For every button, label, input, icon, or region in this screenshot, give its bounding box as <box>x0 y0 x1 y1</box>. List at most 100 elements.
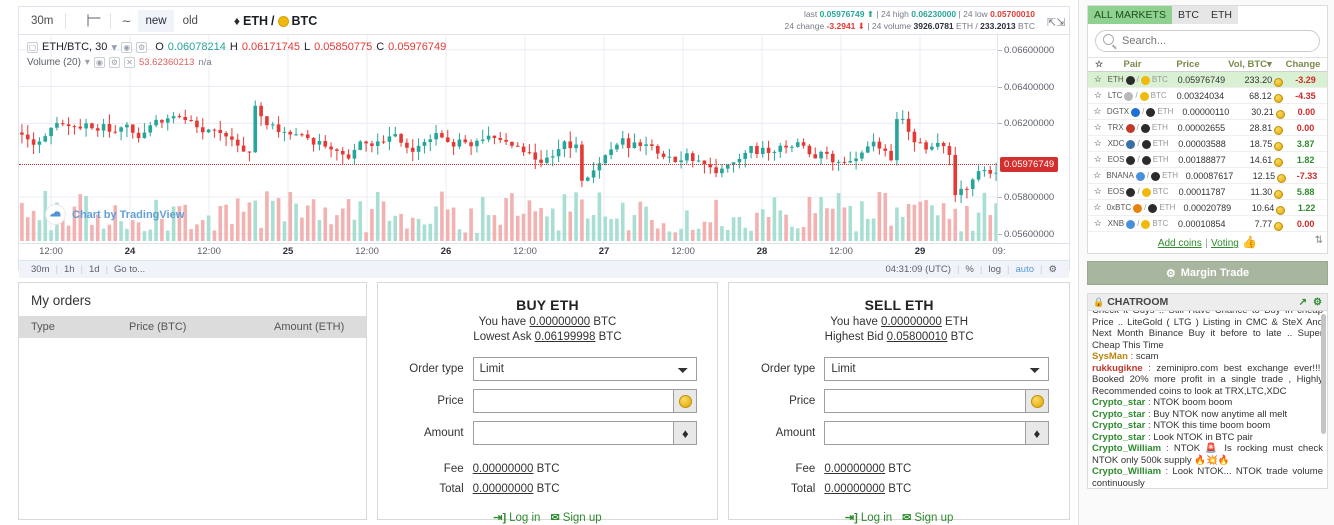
sell-price-input[interactable] <box>824 389 1025 413</box>
candlestick-icon[interactable]: ⎹⎻ <box>70 10 106 31</box>
buy-price-input[interactable] <box>472 389 674 413</box>
favorite-star-icon[interactable]: ☆ <box>1088 122 1108 133</box>
login-link[interactable]: ⇥] Log in <box>493 511 540 525</box>
favorite-star-icon[interactable]: ☆ <box>1088 106 1107 117</box>
sell-order-type-select[interactable]: Limit <box>824 357 1049 381</box>
gear-icon[interactable]: ⚙ <box>1042 264 1063 275</box>
footer-interval-30m[interactable]: 30m <box>25 264 55 275</box>
add-coins-link[interactable]: Add coins <box>1158 238 1202 249</box>
buy-order-type-select[interactable]: Limit <box>472 357 698 381</box>
voting-link[interactable]: Voting <box>1211 238 1239 249</box>
scale-auto-button[interactable]: auto <box>1010 264 1041 275</box>
collapse-icon[interactable]: ▢ <box>27 41 38 53</box>
time-scale[interactable]: 12:00 24 12:00 25 12:00 26 12:00 27 12:00 28 12:00… <box>19 243 1069 260</box>
market-row[interactable]: ☆ 0xBTC / ETH 0.00020789 10.64 1.22 <box>1088 200 1327 216</box>
market-tab-btc[interactable]: BTC <box>1171 6 1205 24</box>
signup-link[interactable]: ✉ Sign up <box>902 511 953 525</box>
login-link[interactable]: ⇥] Log in <box>845 511 892 525</box>
favorite-star-icon[interactable]: ☆ <box>1088 186 1108 197</box>
column-pair[interactable]: Pair <box>1110 59 1155 70</box>
btc-coin-icon <box>1274 189 1284 199</box>
signup-link[interactable]: ✉ Sign up <box>550 511 601 525</box>
favorite-star-icon[interactable]: ☆ <box>1088 74 1108 85</box>
eth-diamond-icon[interactable]: ♦ <box>673 421 698 445</box>
chat-username[interactable]: Crypto_star <box>1092 420 1145 431</box>
sell-amount-input[interactable] <box>824 421 1025 445</box>
column-change[interactable]: Change <box>1279 59 1327 70</box>
scale-log-button[interactable]: log <box>982 264 1007 275</box>
close-icon[interactable]: ✕ <box>123 57 135 68</box>
market-row[interactable]: ☆ XDC / ETH 0.00003588 18.75 3.87 <box>1088 136 1327 152</box>
column-favorite[interactable]: ☆ <box>1088 59 1110 70</box>
chat-username[interactable]: Crypto_William <box>1092 443 1161 454</box>
pair-base: XDC <box>1107 139 1125 148</box>
chat-username[interactable]: Crypto_star <box>1092 409 1145 420</box>
btc-coin-icon[interactable] <box>673 389 698 413</box>
chart-interval-button[interactable]: 30m <box>24 10 60 32</box>
chat-username[interactable]: Crypto_William <box>1092 466 1161 477</box>
chat-username[interactable]: Crypto_star <box>1092 432 1145 443</box>
price-scale[interactable]: 0.06600000 0.06400000 0.06200000 0.05800000… <box>997 35 1069 243</box>
market-row[interactable]: ☆ EOS / BTC 0.00011787 11.30 5.88 <box>1088 184 1327 200</box>
market-row[interactable]: ☆ TRX / ETH 0.00002655 28.81 0.00 <box>1088 120 1327 136</box>
eye-icon[interactable]: ◉ <box>93 57 105 68</box>
chat-username[interactable]: rukkugikne <box>1092 363 1143 374</box>
chat-separator: : <box>1127 351 1136 362</box>
chart-legend-price: ▢ ETH/BTC, 30 ▾ ◉ ⚙ O 0.06078214 H 0.06171… <box>27 40 446 54</box>
favorite-star-icon[interactable]: ☆ <box>1088 154 1108 165</box>
scale-percent-button[interactable]: % <box>959 264 979 275</box>
chatroom-messages[interactable]: Coin_Master : LTG Jumping .. Check it Gu… <box>1088 311 1327 489</box>
market-row[interactable]: ☆ DGTX / ETH 0.00000110 30.21 0.00 <box>1088 104 1327 120</box>
favorite-star-icon[interactable]: ☆ <box>1088 218 1108 229</box>
market-row[interactable]: ☆ EOS / ETH 0.00188877 14.61 1.82 <box>1088 152 1327 168</box>
popout-icon[interactable]: ↗ <box>1299 297 1307 308</box>
buy-amount-input[interactable] <box>472 421 674 445</box>
favorite-star-icon[interactable]: ☆ <box>1088 138 1108 149</box>
margin-trade-button[interactable]: ⚙ Margin Trade <box>1087 261 1328 285</box>
market-tab-all-markets[interactable]: ALL MARKETS <box>1088 6 1172 24</box>
market-row[interactable]: ☆ ETH / BTC 0.05976749 233.20 -3.29 <box>1088 72 1327 88</box>
btc-coin-icon[interactable] <box>1025 389 1049 413</box>
sort-icon[interactable]: ⇅ <box>1315 235 1323 246</box>
eth-diamond-icon[interactable]: ♦ <box>1025 421 1049 445</box>
eye-icon[interactable]: ◉ <box>121 41 133 53</box>
gear-icon[interactable]: ⚙ <box>136 41 148 53</box>
column-volume[interactable]: Vol, BTC▾ <box>1221 59 1279 70</box>
sell-order-type-label: Order type <box>760 363 816 375</box>
exchange-app: 30m ⎹⎻ ∼ new old ♦ ETH / BTC last 0.0597… <box>0 0 1334 525</box>
chart-symbol[interactable]: ♦ ETH / BTC <box>234 14 317 28</box>
sell-form: Order type Limit Price Amount ♦ <box>729 343 1069 445</box>
market-row[interactable]: ☆ LTC / BTC 0.00324034 68.12 -4.35 <box>1088 88 1327 104</box>
chevron-down-icon[interactable]: ▾ <box>111 40 117 54</box>
sell-total-value: 0.00000000 <box>824 483 886 495</box>
footer-interval-1d[interactable]: 1d <box>83 264 106 275</box>
chart-new-button[interactable]: new <box>138 9 174 32</box>
gear-icon[interactable]: ⚙ <box>108 57 120 68</box>
market-tab-eth[interactable]: ETH <box>1204 6 1238 24</box>
footer-interval-1h[interactable]: 1h <box>58 264 81 275</box>
buy-order-type-row: Order type Limit <box>398 357 698 381</box>
favorite-star-icon[interactable]: ☆ <box>1088 202 1107 213</box>
market-row[interactable]: ☆ BNANA / ETH 0.00087617 12.15 -7.33 <box>1088 168 1327 184</box>
quote-token-icon <box>1146 108 1156 117</box>
chat-username[interactable]: SysMan <box>1092 351 1128 362</box>
price-tick: 0.05600000 <box>997 228 1055 240</box>
buy-total-value: 0.00000000 <box>472 483 534 495</box>
market-row[interactable]: ☆ XNB / BTC 0.00010854 7.77 0.00 <box>1088 216 1327 232</box>
chat-text: NTOK boom boom <box>1153 397 1233 408</box>
chatroom-scrollbar[interactable] <box>1321 314 1326 434</box>
chart-old-button[interactable]: old <box>176 10 205 32</box>
sell-price-row: Price <box>749 389 1049 413</box>
time-tick: 09: <box>992 246 1006 257</box>
column-price[interactable]: Price <box>1155 59 1221 70</box>
footer-goto-button[interactable]: Go to... <box>108 264 151 275</box>
market-change: -4.35 <box>1295 90 1316 101</box>
search-input[interactable] <box>1095 30 1320 52</box>
chevron-down-icon[interactable]: ▾ <box>85 57 90 68</box>
favorite-star-icon[interactable]: ☆ <box>1088 170 1106 181</box>
chat-username[interactable]: Crypto_star <box>1092 397 1145 408</box>
fullscreen-icon[interactable]: ⇱⇲ <box>1047 17 1065 31</box>
favorite-star-icon[interactable]: ☆ <box>1088 90 1108 101</box>
line-chart-icon[interactable]: ∼ <box>115 11 137 31</box>
gear-icon[interactable]: ⚙ <box>1313 297 1322 308</box>
